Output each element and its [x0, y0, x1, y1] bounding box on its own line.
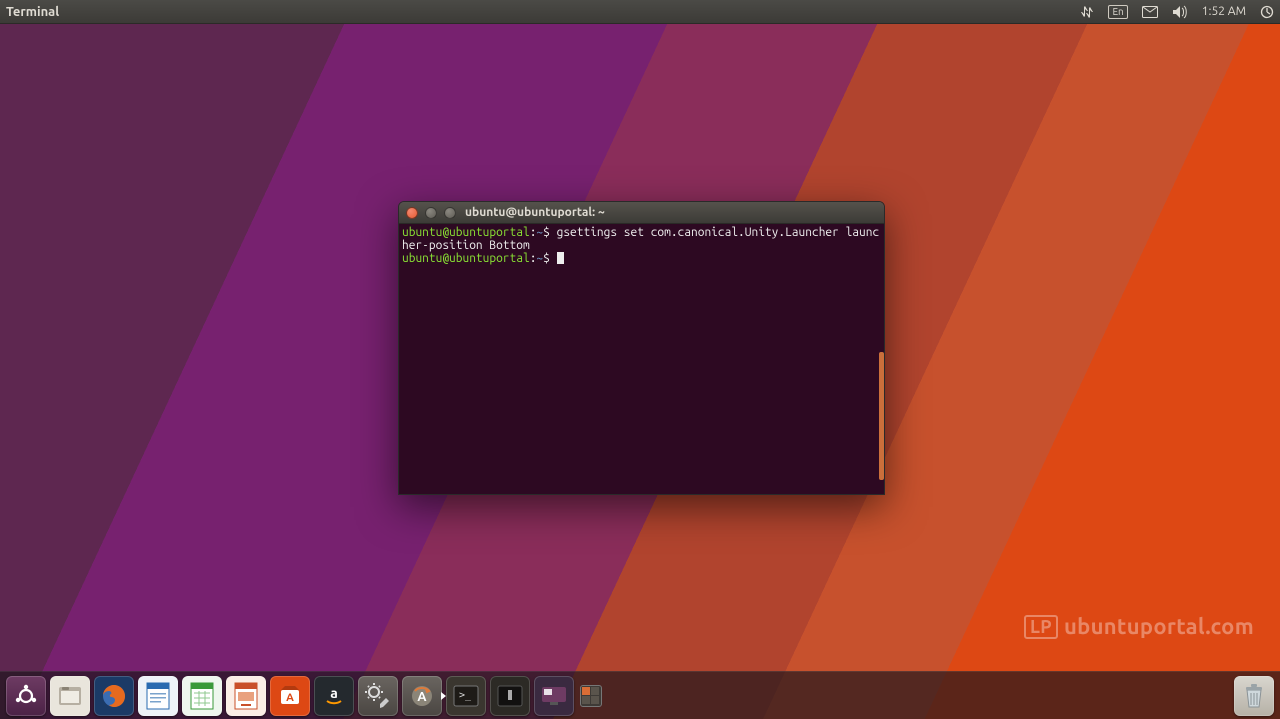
- system-indicators: En 1:52 AM: [1080, 5, 1274, 19]
- svg-text:>_: >_: [459, 690, 472, 701]
- window-titlebar[interactable]: ubuntu@ubuntuportal: ~: [399, 202, 884, 224]
- impress-icon[interactable]: [226, 676, 266, 716]
- terminal-window[interactable]: ubuntu@ubuntuportal: ~ ubuntu@ubuntuport…: [398, 201, 885, 495]
- firefox-icon[interactable]: [94, 676, 134, 716]
- watermark-text: ubuntuportal.com: [1064, 614, 1254, 639]
- launcher-dock[interactable]: A a A >_: [0, 671, 1280, 719]
- session-icon[interactable]: [1260, 5, 1274, 19]
- writer-icon[interactable]: [138, 676, 178, 716]
- settings-icon[interactable]: [358, 676, 398, 716]
- updater-icon[interactable]: A: [402, 676, 442, 716]
- maximize-icon[interactable]: [444, 207, 456, 219]
- calc-icon[interactable]: [182, 676, 222, 716]
- minimize-icon[interactable]: [425, 207, 437, 219]
- mail-icon[interactable]: [1142, 6, 1158, 18]
- network-icon[interactable]: [1080, 5, 1094, 19]
- cursor-icon: [557, 252, 564, 264]
- amazon-icon[interactable]: a: [314, 676, 354, 716]
- close-icon[interactable]: [406, 207, 418, 219]
- terminal-body[interactable]: ubuntu@ubuntuportal:~$ gsettings set com…: [399, 224, 884, 494]
- dash-icon[interactable]: [6, 676, 46, 716]
- clock[interactable]: 1:52 AM: [1202, 5, 1246, 18]
- svg-text:A: A: [286, 692, 294, 704]
- prompt-user: ubuntu@ubuntuportal: [402, 252, 530, 265]
- sound-icon[interactable]: [1172, 5, 1188, 19]
- menu-bar[interactable]: Terminal En 1:52 AM: [0, 0, 1280, 24]
- scrollbar[interactable]: [879, 352, 884, 480]
- files-icon[interactable]: [50, 676, 90, 716]
- workspace-switcher[interactable]: [580, 685, 602, 707]
- terminal2-icon[interactable]: [490, 676, 530, 716]
- svg-text:A: A: [417, 690, 427, 704]
- svg-text:a: a: [330, 685, 338, 701]
- trash-icon[interactable]: [1234, 676, 1274, 716]
- watermark-badge: LP: [1024, 615, 1058, 639]
- app-menu-label[interactable]: Terminal: [6, 5, 59, 19]
- software-center-icon[interactable]: A: [270, 676, 310, 716]
- desktop-icon[interactable]: [534, 676, 574, 716]
- prompt-user: ubuntu@ubuntuportal: [402, 226, 530, 239]
- terminal-icon[interactable]: >_: [446, 676, 486, 716]
- watermark: LP ubuntuportal.com: [1024, 614, 1254, 639]
- language-indicator[interactable]: En: [1108, 5, 1127, 19]
- window-title: ubuntu@ubuntuportal: ~: [465, 206, 605, 219]
